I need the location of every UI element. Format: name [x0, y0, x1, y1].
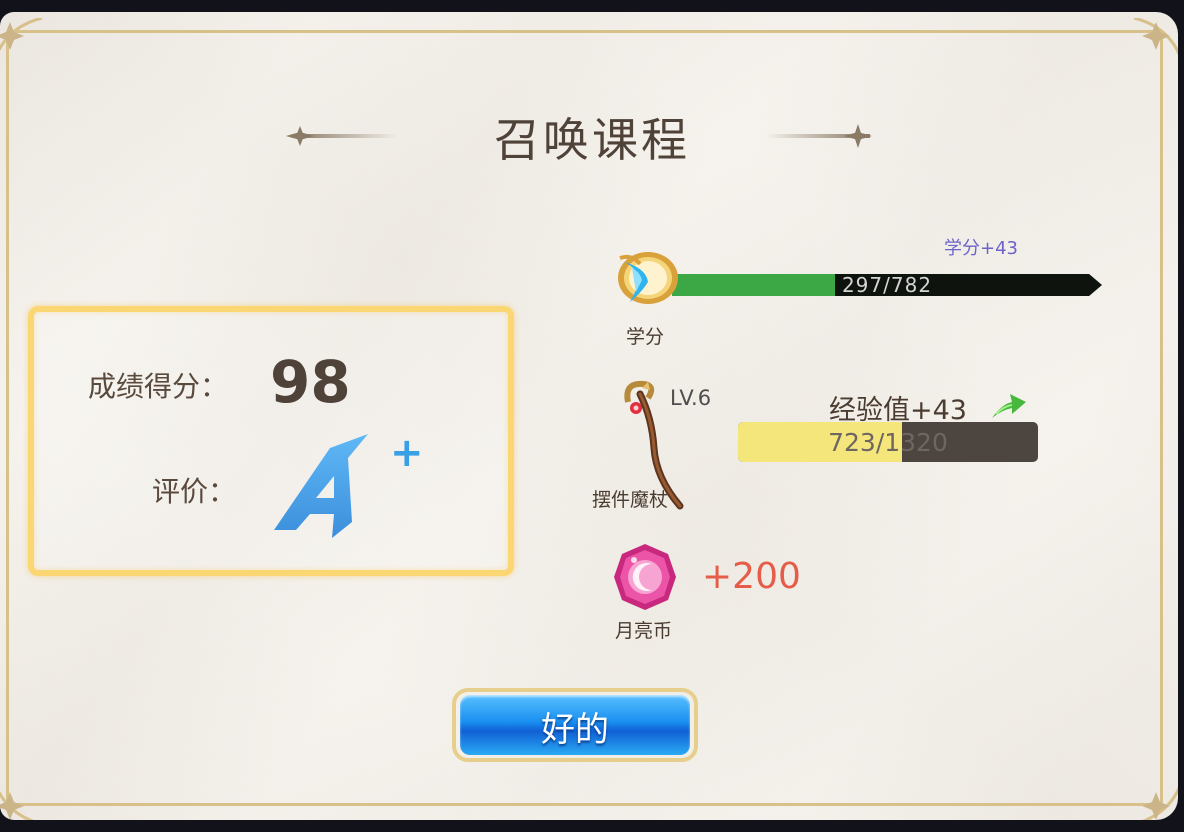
exp-progress-bar: 723/1320: [738, 422, 1038, 462]
credit-progress-bar: 297/782: [672, 274, 1102, 296]
corner-ornament-icon: [0, 754, 62, 820]
corner-ornament-icon: [1114, 754, 1178, 820]
rating-plus: +: [390, 430, 424, 476]
credit-gain: 学分+43: [944, 238, 1018, 259]
dialog-title: 召唤课程: [494, 113, 690, 167]
corner-ornament-icon: [1114, 16, 1178, 88]
credit-medal-icon: [612, 248, 682, 312]
rating-label: 评价：: [152, 475, 237, 508]
rating-grade-text: A: [268, 430, 269, 431]
moon-coin-label: 月亮币: [615, 620, 673, 642]
ok-button[interactable]: 好的: [452, 688, 698, 762]
score-label: 成绩得分：: [88, 370, 229, 403]
exp-progress-text: 723/1320: [828, 428, 948, 457]
credit-label: 学分: [626, 326, 665, 348]
level-up-arrow-icon: [988, 390, 1028, 426]
item-label: 摆件魔杖: [592, 489, 669, 511]
item-level: LV.6: [670, 386, 712, 410]
ok-button-label: 好的: [541, 710, 609, 750]
moon-coin-amount: +200: [702, 556, 801, 597]
moon-coin-icon: [612, 542, 678, 616]
score-value: 98: [270, 348, 351, 416]
credit-progress-text: 297/782: [841, 273, 933, 297]
corner-ornament-icon: [0, 16, 62, 88]
title-star-left-icon: [272, 116, 402, 160]
rating-grade: A: [268, 430, 378, 546]
title-star-right-icon: [760, 116, 890, 160]
